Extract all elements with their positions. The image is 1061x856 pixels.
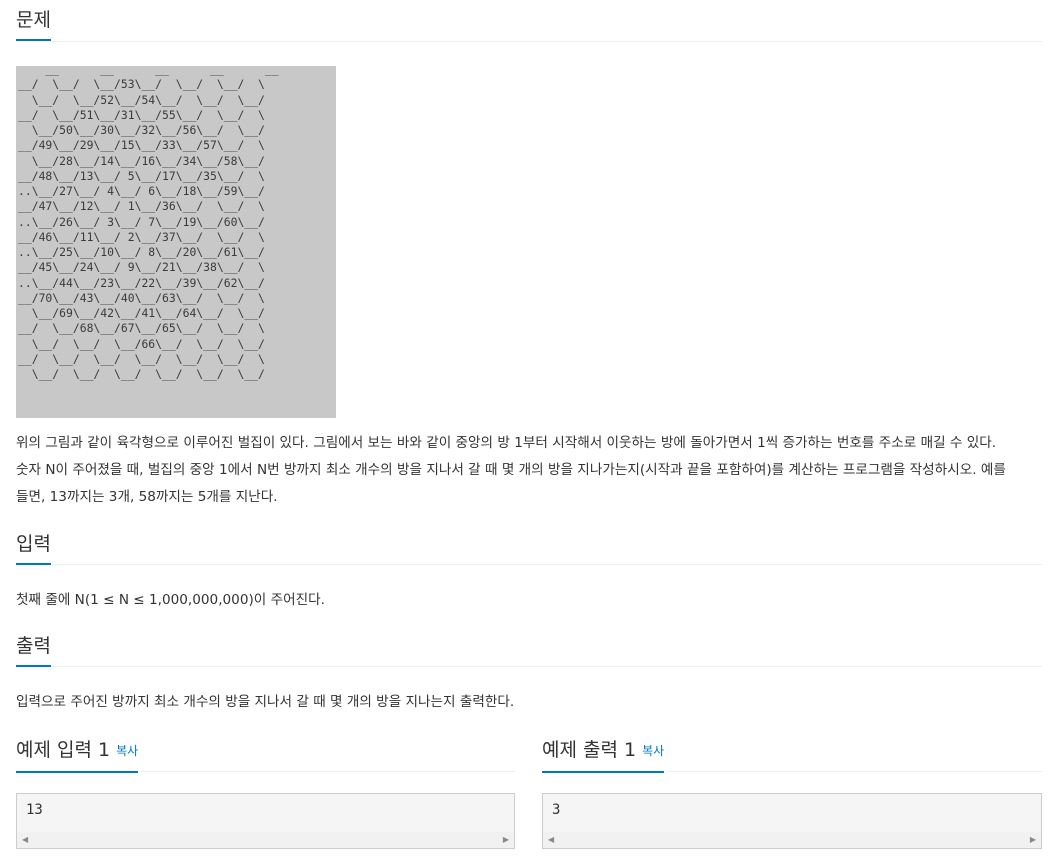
sample-output-value: 3 [552,802,561,818]
copy-sample-output-button[interactable]: 복사 [642,744,664,758]
divider [52,41,1042,42]
scroll-right-icon[interactable]: ▶ [503,836,509,844]
copy-sample-input-button[interactable]: 복사 [116,744,138,758]
problem-title: 문제 [16,8,51,41]
sample-input-title: 예제 입력 1 [16,739,111,761]
problem-section-header: 문제 [16,8,51,41]
honeycomb-figure: __ __ __ __ __ __/ \__/ \__/53\__/ \__/ … [16,66,336,418]
input-description: 첫째 줄에 N(1 ≤ N ≤ 1,000,000,000)이 주어진다. [16,592,325,608]
input-section-header: 입력 [16,532,51,565]
honeycomb-figure-text: __ __ __ __ __ __/ \__/ \__/53\__/ \__/ … [18,66,279,381]
divider [667,771,1042,772]
scroll-right-icon[interactable]: ▶ [1030,836,1036,844]
sample-output-box[interactable]: 3 ◀ ▶ [542,793,1042,849]
sample-output-title: 예제 출력 1 [542,739,637,761]
divider [52,666,1042,667]
scroll-left-icon[interactable]: ◀ [548,836,554,844]
sample-input-value: 13 [26,802,43,818]
output-section-header: 출력 [16,634,51,667]
problem-description-line-2: 숫자 N이 주어졌을 때, 벌집의 중앙 1에서 N번 방까지 최소 개수의 방… [16,462,1006,478]
divider [140,771,515,772]
problem-description-line-3: 들면, 13까지는 3개, 58까지는 5개를 지난다. [16,489,278,505]
horizontal-scrollbar[interactable]: ◀ ▶ [543,832,1041,848]
problem-description-line-1: 위의 그림과 같이 육각형으로 이루어진 벌집이 있다. 그림에서 보는 바와 … [16,435,997,451]
sample-input-box[interactable]: 13 ◀ ▶ [16,793,515,849]
input-title: 입력 [16,532,51,565]
output-title: 출력 [16,634,51,667]
horizontal-scrollbar[interactable]: ◀ ▶ [17,832,514,848]
scroll-left-icon[interactable]: ◀ [22,836,28,844]
divider [52,564,1042,565]
sample-output-header: 예제 출력 1 복사 [542,738,665,773]
sample-input-header: 예제 입력 1 복사 [16,738,139,773]
output-description: 입력으로 주어진 방까지 최소 개수의 방을 지나서 갈 때 몇 개의 방을 지… [16,694,515,710]
